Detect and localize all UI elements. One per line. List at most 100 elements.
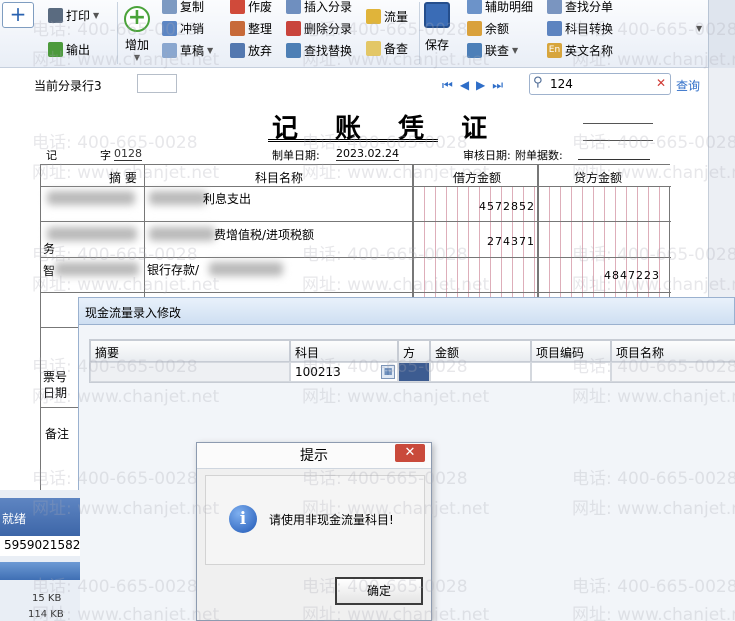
close-button[interactable]: ✕ — [395, 444, 425, 462]
cell-project-name[interactable] — [611, 362, 735, 382]
export-button[interactable]: 输出 — [48, 39, 99, 59]
ok-label: 确定 — [366, 584, 391, 598]
cashflow-dialog-titlebar[interactable]: 现金流量录入修改 — [78, 297, 735, 325]
delete-entry-button[interactable]: 删除分录 — [286, 18, 352, 38]
find-split-label: 查找分单 — [565, 0, 614, 14]
copy-label: 复制 — [180, 0, 205, 14]
last-record-icon[interactable]: ⏭ — [492, 78, 503, 93]
toolbar-more-icon[interactable]: ▼ — [696, 24, 702, 33]
save-disk-icon — [424, 2, 450, 28]
note-label: 备注 — [45, 427, 70, 441]
header-credit: 贷方金额 — [574, 171, 623, 185]
next-record-icon[interactable]: ▶ — [476, 78, 485, 93]
balance-button[interactable]: 余额 — [467, 18, 533, 38]
insert-entry-button[interactable]: 插入分录 — [286, 0, 352, 16]
row-summary-tail: 智 — [43, 264, 56, 278]
left-side-panel: 就绪 5959021582 15 KB 114 KB — [0, 490, 80, 621]
right-pane-strip — [708, 0, 735, 68]
insert-icon — [286, 0, 301, 14]
attachment-label: 附单据数: — [515, 149, 563, 162]
row-debit: 4572852 — [479, 200, 535, 213]
search-input[interactable]: 124 — [550, 77, 573, 91]
tidy-button[interactable]: 整理 — [230, 18, 272, 38]
current-row-label: 当前分录行3 — [34, 79, 102, 93]
account-picker-icon[interactable]: ▦ — [381, 365, 395, 379]
account-convert-label: 科目转换 — [565, 21, 614, 36]
ok-button[interactable]: 确定 — [335, 577, 423, 605]
reverse-button[interactable]: 冲销 — [162, 18, 213, 38]
discard-button[interactable]: 放弃 — [230, 40, 272, 60]
english-name-button[interactable]: En 英文名称 — [547, 40, 613, 60]
col-amount[interactable]: 金额 — [430, 340, 531, 362]
voucher-number[interactable]: 0128 — [114, 147, 142, 161]
cashflow-icon — [366, 8, 381, 24]
clear-search-icon[interactable]: ✕ — [656, 76, 666, 90]
col-account[interactable]: 科目 — [290, 340, 398, 362]
account-convert-button[interactable]: 科目转换 — [547, 18, 613, 38]
new-plus-button[interactable]: + — [2, 2, 34, 28]
add-button[interactable]: + 增加 ▼ — [124, 6, 150, 62]
void-button[interactable]: 作废 — [230, 0, 272, 16]
print-button[interactable]: 打印 ▼ — [48, 5, 99, 25]
prev-record-icon[interactable]: ◀ — [460, 78, 469, 93]
find-replace-button[interactable]: 查找替换 — [286, 40, 352, 60]
discard-label: 放弃 — [248, 43, 273, 58]
selected-row[interactable] — [0, 562, 80, 580]
cell-account[interactable]: 100213 ▦ — [290, 362, 398, 382]
voucher-row[interactable]: 利息支出 4572852 — [41, 187, 671, 222]
english-name-label: 英文名称 — [565, 43, 614, 58]
toolbar-divider — [117, 2, 118, 64]
find-split-button[interactable]: 查找分单 — [547, 0, 613, 16]
toolbar-group-print: 打印 ▼ 输出 — [48, 5, 99, 59]
chevron-down-icon: ▼ — [133, 53, 141, 62]
link-query-button[interactable]: 联查 ▼ — [467, 40, 533, 60]
signature-line — [583, 123, 653, 124]
file-size: 114 KB — [28, 609, 64, 620]
save-button[interactable]: 保存 — [424, 2, 450, 53]
cashflow-button[interactable]: 流量 — [366, 6, 408, 26]
row-account: 利息支出 — [203, 192, 252, 206]
cell-amount[interactable] — [430, 362, 531, 382]
redacted-summary — [47, 191, 135, 205]
query-link[interactable]: 查询 — [676, 77, 700, 94]
voucher-row[interactable]: 智 银行存款/ 4847223 — [41, 258, 671, 293]
voucher-row[interactable]: 务 费增值税/进项税额 274371 — [41, 222, 671, 258]
chevron-down-icon: ▼ — [512, 45, 519, 55]
cell-project-code[interactable] — [531, 362, 611, 382]
assist-detail-button[interactable]: 辅助明细 — [467, 0, 533, 16]
make-date-value[interactable]: 2023.02.24 — [336, 147, 399, 161]
col-project-name[interactable]: 项目名称 — [611, 340, 735, 362]
save-label: 保存 — [424, 38, 449, 52]
draft-button[interactable]: 草稿 ▼ — [162, 40, 213, 60]
delete-entry-label: 删除分录 — [304, 21, 353, 36]
memo-label: 备查 — [384, 41, 409, 56]
audit-date-label: 审核日期: — [463, 149, 511, 162]
toolbar-divider — [419, 2, 420, 64]
detail-icon — [467, 0, 482, 14]
chevron-down-icon: ▼ — [207, 45, 214, 55]
search-box[interactable]: ⚲ 124 ✕ — [529, 73, 671, 95]
attachment-line — [578, 159, 650, 160]
redacted-account — [209, 262, 283, 276]
row-credit: 4847223 — [604, 269, 660, 282]
memo-button[interactable]: 备查 — [366, 38, 408, 58]
copy-button[interactable]: 复制 — [162, 0, 213, 16]
first-record-icon[interactable]: ⏮ — [442, 78, 453, 93]
col-summary[interactable]: 摘要 — [90, 340, 290, 362]
col-project-name-label: 项目名称 — [616, 346, 665, 360]
balance-label: 余额 — [485, 21, 510, 36]
cell-direction[interactable] — [398, 362, 430, 382]
cashflow-grid: 摘要 科目 方向 金额 项目编码 项目名称 100213 ▦ — [89, 339, 735, 383]
cell-summary[interactable] — [90, 362, 290, 382]
col-direction[interactable]: 方向 — [398, 340, 430, 377]
status-bar: 就绪 — [0, 498, 80, 536]
add-icon: + — [124, 6, 150, 32]
find-replace-icon — [286, 42, 301, 58]
col-project-code[interactable]: 项目编码 — [531, 340, 611, 362]
printer-icon — [48, 7, 63, 23]
message-box-title: 提示 — [300, 448, 328, 464]
current-row-input[interactable] — [137, 74, 177, 93]
file-number[interactable]: 5959021582 — [0, 536, 80, 556]
signature-line — [583, 140, 653, 141]
row-summary-tail: 务 — [43, 242, 56, 256]
